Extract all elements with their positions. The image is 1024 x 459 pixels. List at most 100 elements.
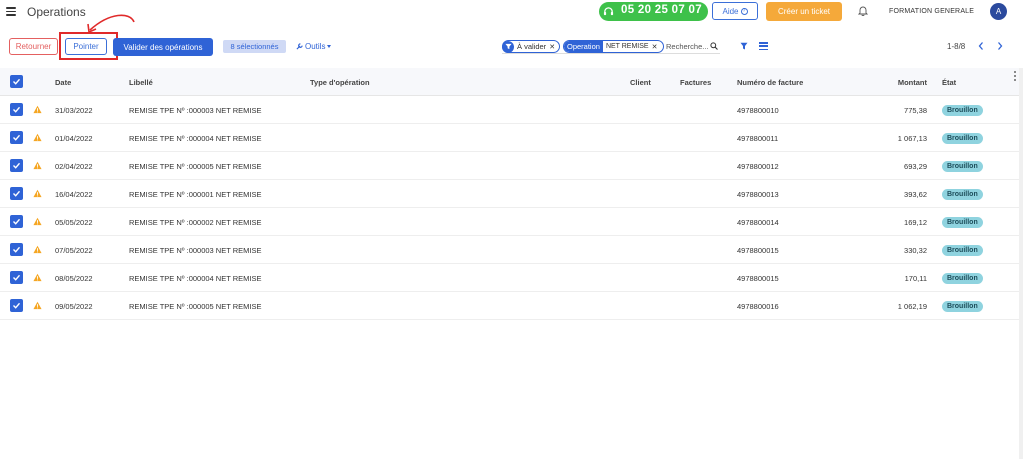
filter-search-bar[interactable]: À valider ✕ Operation NET REMISE ✕ bbox=[502, 39, 720, 54]
cell-etat: Brouillon bbox=[942, 180, 983, 208]
cell-libelle: REMISE TPE Nº :000002 NET REMISE bbox=[129, 217, 262, 227]
pointer-button[interactable]: Pointer bbox=[65, 38, 107, 55]
filter-chip-status-label: À valider bbox=[517, 42, 547, 51]
row-checkbox[interactable] bbox=[10, 131, 23, 144]
row-checkbox[interactable] bbox=[10, 243, 23, 256]
filter-chip-operation[interactable]: Operation NET REMISE ✕ bbox=[563, 40, 664, 53]
table-row[interactable]: 08/05/2022 REMISE TPE Nº :000004 NET REM… bbox=[0, 264, 1020, 292]
funnel-icon bbox=[502, 40, 514, 53]
status-badge: Brouillon bbox=[942, 188, 983, 200]
filter-chip-status[interactable]: À valider ✕ bbox=[502, 40, 560, 53]
avatar[interactable]: A bbox=[990, 3, 1007, 20]
retourner-button[interactable]: Retourner bbox=[9, 38, 58, 55]
warning-icon bbox=[33, 217, 42, 226]
list-icon[interactable] bbox=[759, 42, 768, 50]
outils-label: Outils bbox=[305, 42, 326, 51]
column-header-date[interactable]: Date bbox=[55, 68, 71, 96]
row-checkbox[interactable] bbox=[10, 271, 23, 284]
more-vertical-icon[interactable] bbox=[1014, 71, 1017, 81]
cell-montant: 1 062,19 bbox=[897, 301, 927, 311]
column-header-libelle[interactable]: Libellé bbox=[129, 68, 153, 96]
close-icon[interactable]: ✕ bbox=[549, 43, 555, 51]
table-row[interactable]: 05/05/2022 REMISE TPE Nº :000002 NET REM… bbox=[0, 208, 1020, 236]
column-header-client[interactable]: Client bbox=[630, 68, 651, 96]
cell-montant: 393,62 bbox=[904, 189, 927, 199]
warning-icon bbox=[33, 245, 42, 254]
cell-date: 09/05/2022 bbox=[55, 301, 93, 311]
table-header: Date Libellé Type d'opération Client Fac… bbox=[0, 68, 1020, 96]
vertical-scrollbar[interactable] bbox=[1019, 68, 1023, 459]
aide-button[interactable]: Aide ? bbox=[712, 2, 758, 20]
cell-numero-facture: 4978800010 bbox=[737, 105, 779, 115]
cell-libelle: REMISE TPE Nº :000003 NET REMISE bbox=[129, 245, 262, 255]
row-checkbox[interactable] bbox=[10, 103, 23, 116]
cell-etat: Brouillon bbox=[942, 292, 983, 320]
cell-libelle: REMISE TPE Nº :000001 NET REMISE bbox=[129, 189, 262, 199]
cell-numero-facture: 4978800012 bbox=[737, 161, 779, 171]
valider-operations-button[interactable]: Valider des opérations bbox=[113, 38, 213, 56]
cell-numero-facture: 4978800014 bbox=[737, 217, 779, 227]
support-phone-number: 05 20 25 07 07 bbox=[621, 4, 702, 16]
wrench-icon bbox=[296, 43, 303, 50]
create-ticket-button[interactable]: Créer un ticket bbox=[766, 2, 842, 21]
table-row[interactable]: 02/04/2022 REMISE TPE Nº :000005 NET REM… bbox=[0, 152, 1020, 180]
search-input[interactable] bbox=[666, 40, 710, 53]
bell-icon[interactable] bbox=[858, 5, 868, 16]
cell-numero-facture: 4978800011 bbox=[737, 133, 779, 143]
table-body: 31/03/2022 REMISE TPE Nº :000003 NET REM… bbox=[0, 96, 1020, 320]
row-checkbox[interactable] bbox=[10, 215, 23, 228]
cell-montant: 693,29 bbox=[904, 161, 927, 171]
cell-date: 16/04/2022 bbox=[55, 189, 93, 199]
status-badge: Brouillon bbox=[942, 244, 983, 256]
cell-date: 08/05/2022 bbox=[55, 273, 93, 283]
cell-numero-facture: 4978800016 bbox=[737, 301, 779, 311]
row-checkbox[interactable] bbox=[10, 299, 23, 312]
company-name[interactable]: FORMATION GENERALE bbox=[889, 8, 974, 15]
cell-numero-facture: 4978800015 bbox=[737, 273, 779, 283]
warning-icon bbox=[33, 301, 42, 310]
cell-date: 01/04/2022 bbox=[55, 133, 93, 143]
column-header-type[interactable]: Type d'opération bbox=[310, 68, 370, 96]
cell-montant: 1 067,13 bbox=[897, 133, 927, 143]
warning-icon bbox=[33, 273, 42, 282]
chevron-down-icon bbox=[327, 45, 332, 48]
status-badge: Brouillon bbox=[942, 104, 983, 116]
status-badge: Brouillon bbox=[942, 132, 983, 144]
table-row[interactable]: 07/05/2022 REMISE TPE Nº :000003 NET REM… bbox=[0, 236, 1020, 264]
funnel-icon[interactable] bbox=[740, 42, 748, 50]
select-all-checkbox[interactable] bbox=[10, 75, 23, 88]
outils-dropdown[interactable]: Outils bbox=[296, 42, 332, 51]
cell-etat: Brouillon bbox=[942, 96, 983, 124]
operations-table: Date Libellé Type d'opération Client Fac… bbox=[0, 68, 1020, 320]
row-checkbox[interactable] bbox=[10, 159, 23, 172]
table-row[interactable]: 16/04/2022 REMISE TPE Nº :000001 NET REM… bbox=[0, 180, 1020, 208]
help-circle-icon: ? bbox=[740, 7, 748, 15]
cell-libelle: REMISE TPE Nº :000005 NET REMISE bbox=[129, 301, 262, 311]
support-phone-pill[interactable]: 05 20 25 07 07 bbox=[599, 2, 708, 21]
menu-icon[interactable] bbox=[6, 7, 16, 16]
column-header-numero[interactable]: Numéro de facture bbox=[737, 68, 803, 96]
row-checkbox[interactable] bbox=[10, 187, 23, 200]
cell-date: 02/04/2022 bbox=[55, 161, 93, 171]
search-icon[interactable] bbox=[710, 42, 718, 50]
filter-chip-operation-label: Operation bbox=[564, 41, 603, 52]
cell-date: 07/05/2022 bbox=[55, 245, 93, 255]
chevron-left-icon[interactable] bbox=[977, 41, 985, 51]
cell-libelle: REMISE TPE Nº :000004 NET REMISE bbox=[129, 273, 262, 283]
cell-numero-facture: 4978800015 bbox=[737, 245, 779, 255]
column-header-montant[interactable]: Montant bbox=[862, 68, 927, 96]
close-icon[interactable]: ✕ bbox=[652, 43, 658, 51]
table-row[interactable]: 09/05/2022 REMISE TPE Nº :000005 NET REM… bbox=[0, 292, 1020, 320]
column-header-factures[interactable]: Factures bbox=[680, 68, 711, 96]
cell-numero-facture: 4978800013 bbox=[737, 189, 779, 199]
aide-label: Aide bbox=[722, 6, 739, 16]
cell-etat: Brouillon bbox=[942, 264, 983, 292]
top-bar: Operations 05 20 25 07 07 Aide ? Créer u… bbox=[0, 0, 1024, 26]
table-row[interactable]: 31/03/2022 REMISE TPE Nº :000003 NET REM… bbox=[0, 96, 1020, 124]
chevron-right-icon[interactable] bbox=[996, 41, 1004, 51]
warning-icon bbox=[33, 161, 42, 170]
table-row[interactable]: 01/04/2022 REMISE TPE Nº :000004 NET REM… bbox=[0, 124, 1020, 152]
status-badge: Brouillon bbox=[942, 160, 983, 172]
cell-libelle: REMISE TPE Nº :000005 NET REMISE bbox=[129, 161, 262, 171]
column-header-etat[interactable]: État bbox=[942, 68, 956, 96]
